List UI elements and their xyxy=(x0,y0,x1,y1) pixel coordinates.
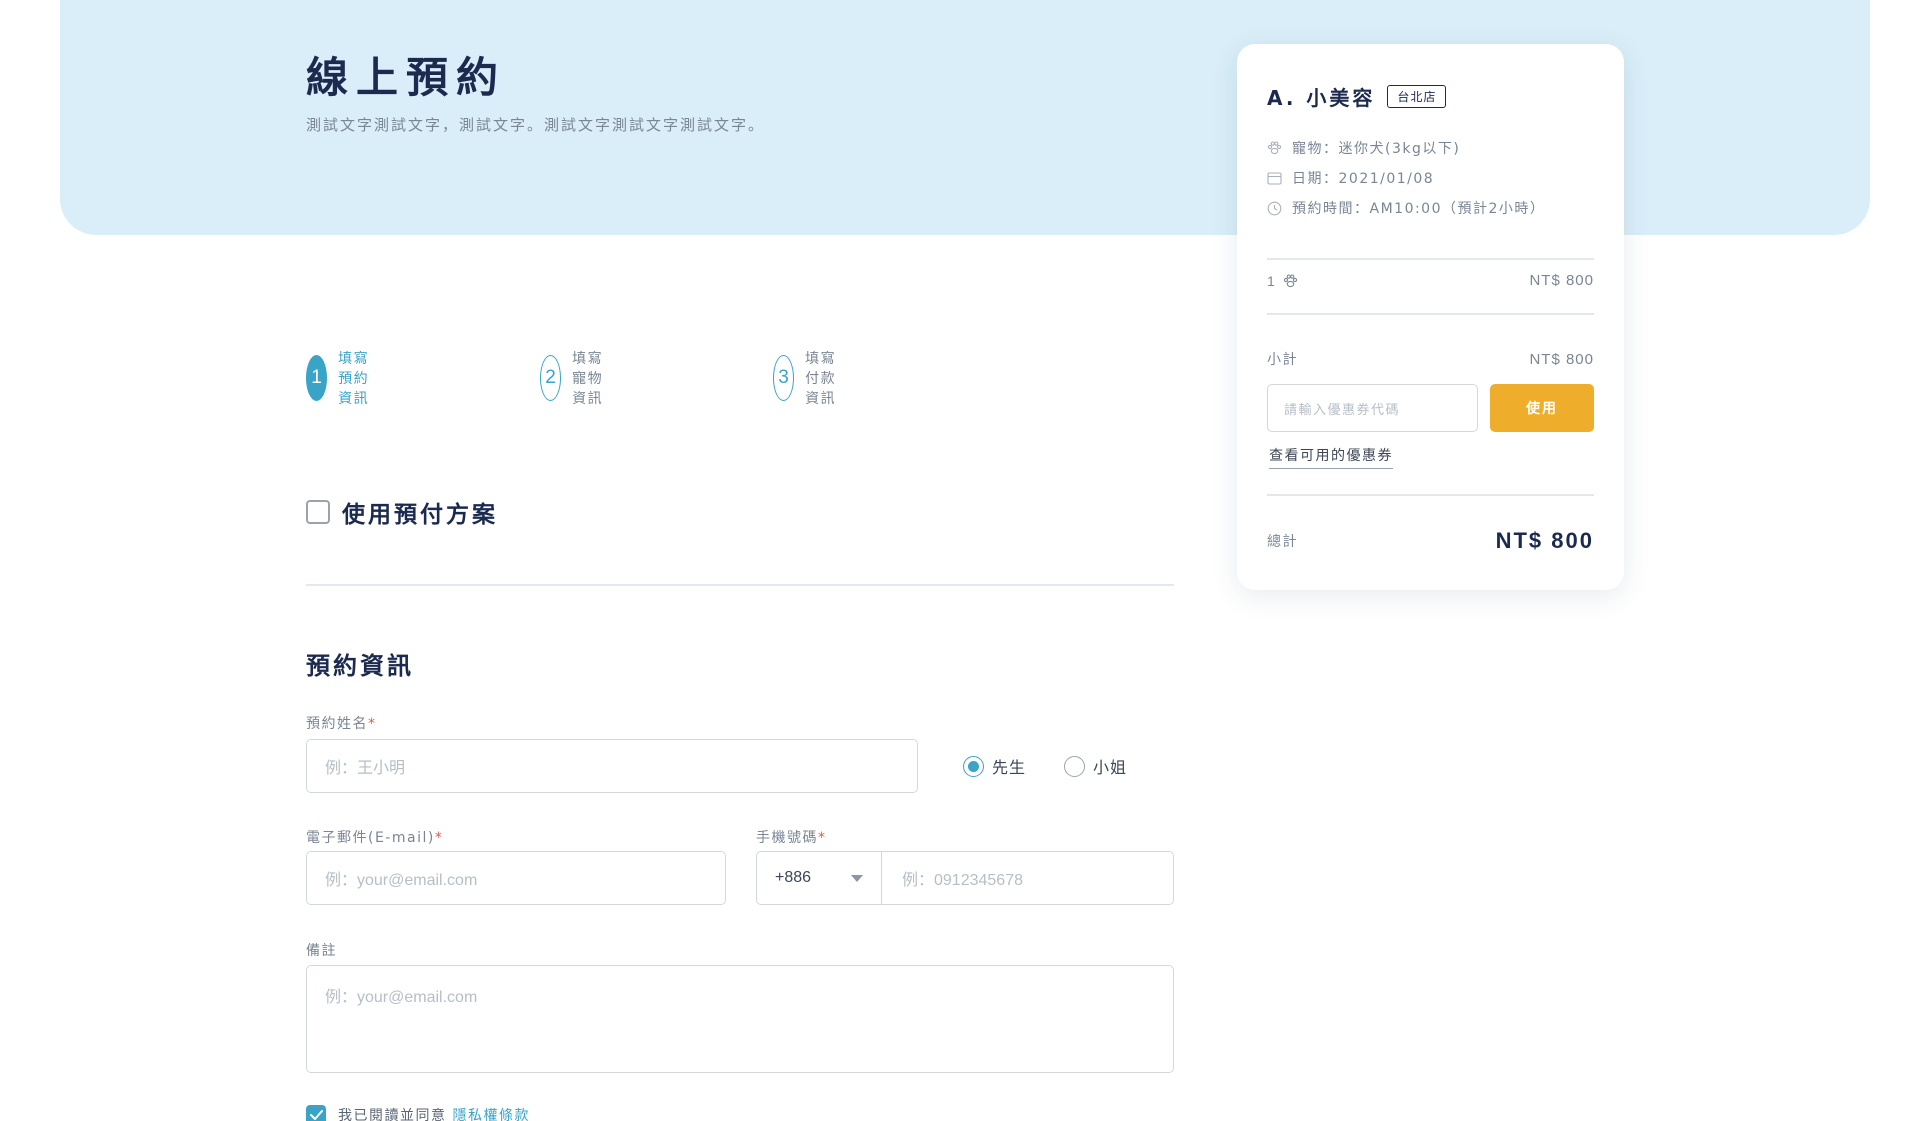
email-label: 電子郵件(E-mail)* xyxy=(306,830,444,846)
privacy-link[interactable]: 隱私權條款 xyxy=(453,1105,531,1121)
page-subtitle: 測試文字測試文字，測試文字。測試文字測試文字測試文字。 xyxy=(306,116,766,134)
radio-circle[interactable] xyxy=(1064,755,1086,777)
name-input[interactable]: 例：王小明 xyxy=(306,739,918,793)
prepaid-label: 使用預付方案 xyxy=(342,502,498,528)
agree-option[interactable]: 我已閱讀並同意 隱私權條款 xyxy=(306,1105,530,1121)
section-divider xyxy=(306,584,1174,586)
paw-icon xyxy=(1267,141,1282,155)
step-number: 2 xyxy=(540,355,562,401)
date-text: 日期：2021/01/08 xyxy=(1292,171,1435,187)
chevron-down-icon xyxy=(851,875,863,882)
radio-circle[interactable] xyxy=(963,755,984,777)
subtotal-amount: NT$ 800 xyxy=(1529,350,1594,368)
card-divider xyxy=(1267,258,1594,260)
phone-field: +886 例：0912345678 xyxy=(756,851,1174,905)
phone-input[interactable]: 例：0912345678 xyxy=(882,852,1173,904)
agree-text: 我已閱讀並同意 xyxy=(338,1108,447,1121)
step-3[interactable]: 3 填寫付款資訊 xyxy=(773,351,846,407)
radio-label: 先生 xyxy=(992,758,1027,777)
required-mark: * xyxy=(434,830,444,846)
note-label: 備註 xyxy=(306,943,337,959)
coupon-input[interactable]: 請輸入優惠券代碼 xyxy=(1267,384,1478,432)
shop-header: A. 小美容 台北店 xyxy=(1267,82,1447,111)
card-divider xyxy=(1267,494,1594,496)
required-mark: * xyxy=(818,830,827,846)
subtotal-row: 小計 NT$ 800 xyxy=(1267,349,1594,369)
apply-coupon-button[interactable]: 使用 xyxy=(1490,384,1594,432)
country-code-value: +886 xyxy=(775,869,812,886)
total-amount: NT$ 800 xyxy=(1495,528,1594,553)
card-divider xyxy=(1267,313,1594,315)
total-row: 總計 NT$ 800 xyxy=(1267,528,1594,554)
step-1[interactable]: 1 填寫預約資訊 xyxy=(306,351,379,407)
shop-name: A. 小美容 xyxy=(1267,86,1376,110)
step-label: 填寫寵物資訊 xyxy=(572,351,604,407)
note-textarea[interactable]: 例：your@email.com xyxy=(306,965,1174,1073)
clock-icon xyxy=(1267,201,1282,215)
pet-text: 寵物：迷你犬(3kg以下) xyxy=(1292,141,1461,157)
shop-badge: 台北店 xyxy=(1387,85,1447,108)
email-input[interactable]: 例：your@email.com xyxy=(306,851,726,905)
radio-label: 小姐 xyxy=(1093,758,1128,777)
total-label: 總計 xyxy=(1267,534,1298,550)
phone-label: 手機號碼* xyxy=(756,830,827,846)
item-price: NT$ 800 xyxy=(1529,272,1594,289)
section-title: 預約資訊 xyxy=(306,652,414,680)
prepaid-option[interactable]: 使用預付方案 xyxy=(306,495,498,529)
agree-checkbox[interactable] xyxy=(306,1105,326,1121)
time-info: 預約時間：AM10:00（預計2小時） xyxy=(1267,198,1545,218)
radio-ms[interactable]: 小姐 xyxy=(1064,754,1127,778)
page-title: 線上預約 xyxy=(306,53,507,102)
booking-summary-card: A. 小美容 台北店 寵物：迷你犬(3kg以下) 日期：2021/01/08 預… xyxy=(1237,44,1624,590)
time-text: 預約時間：AM10:00（預計2小時） xyxy=(1292,201,1546,217)
gender-radio-group: 先生 小姐 xyxy=(963,754,1165,778)
view-coupons-link[interactable]: 查看可用的優惠券 xyxy=(1269,445,1393,469)
paw-icon xyxy=(1284,273,1298,287)
subtotal-label: 小計 xyxy=(1267,352,1298,368)
step-number: 3 xyxy=(773,355,795,401)
pet-info: 寵物：迷你犬(3kg以下) xyxy=(1267,138,1460,158)
item-row: 1 NT$ 800 xyxy=(1267,272,1594,289)
required-mark: * xyxy=(368,716,377,732)
radio-mr[interactable]: 先生 xyxy=(963,754,1026,778)
step-2[interactable]: 2 填寫寵物資訊 xyxy=(540,351,613,407)
name-label: 預約姓名* xyxy=(306,716,377,732)
item-qty: 1 xyxy=(1267,273,1298,289)
check-icon xyxy=(309,1110,323,1120)
country-code-select[interactable]: +886 xyxy=(757,852,882,904)
step-label: 填寫付款資訊 xyxy=(805,351,837,407)
prepaid-checkbox[interactable] xyxy=(306,500,330,524)
date-info: 日期：2021/01/08 xyxy=(1267,168,1434,188)
step-number: 1 xyxy=(306,355,328,401)
step-label: 填寫預約資訊 xyxy=(338,351,370,407)
calendar-icon xyxy=(1267,172,1282,185)
